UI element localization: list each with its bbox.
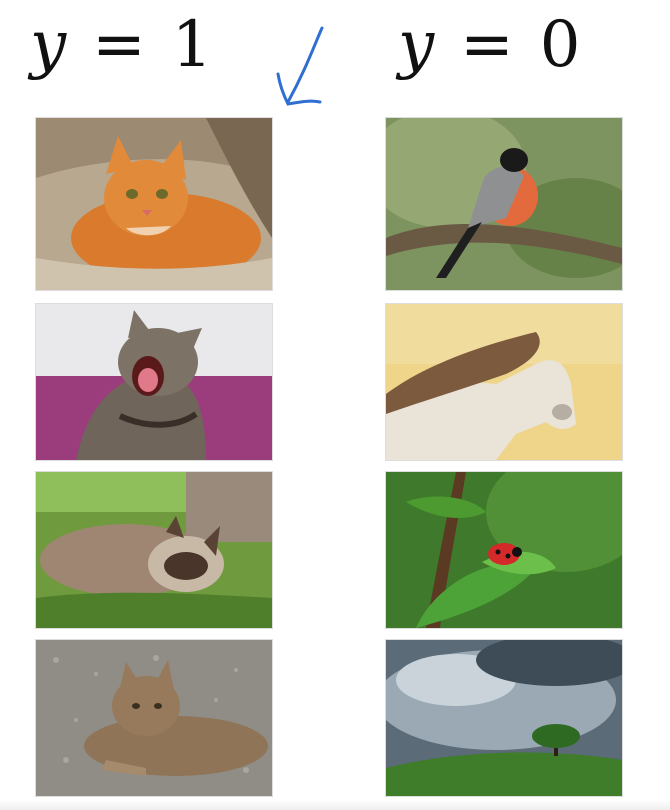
cat-ginger-image: [36, 118, 272, 290]
cat-yawning-image: [36, 304, 272, 460]
horse-image: [386, 304, 622, 460]
ladybug-leaf-image: [386, 472, 622, 628]
cat-gravel-icon: [36, 640, 272, 796]
cat-ginger-icon: [36, 118, 272, 290]
cat-lying-grass-image: [36, 472, 272, 628]
bottom-cut-text: [0, 800, 670, 810]
horse-icon: [386, 304, 622, 460]
label-value: 1: [171, 8, 221, 82]
label-variable: y: [398, 8, 443, 82]
tree-landscape-icon: [386, 640, 622, 796]
label-value: 0: [539, 8, 589, 82]
cat-yawning-icon: [36, 304, 272, 460]
ladybug-leaf-icon: [386, 472, 622, 628]
bird-bullfinch-icon: [386, 118, 622, 290]
label-y-equals-0: y = 0: [398, 8, 589, 82]
cat-lying-grass-icon: [36, 472, 272, 628]
bird-bullfinch-image: [386, 118, 622, 290]
label-equals: =: [460, 8, 522, 82]
label-y-equals-1: y = 1: [30, 8, 221, 82]
label-equals: =: [92, 8, 154, 82]
label-variable: y: [30, 8, 75, 82]
tree-landscape-image: [386, 640, 622, 796]
handwritten-arrow-icon: [276, 26, 324, 106]
cat-gravel-image: [36, 640, 272, 796]
